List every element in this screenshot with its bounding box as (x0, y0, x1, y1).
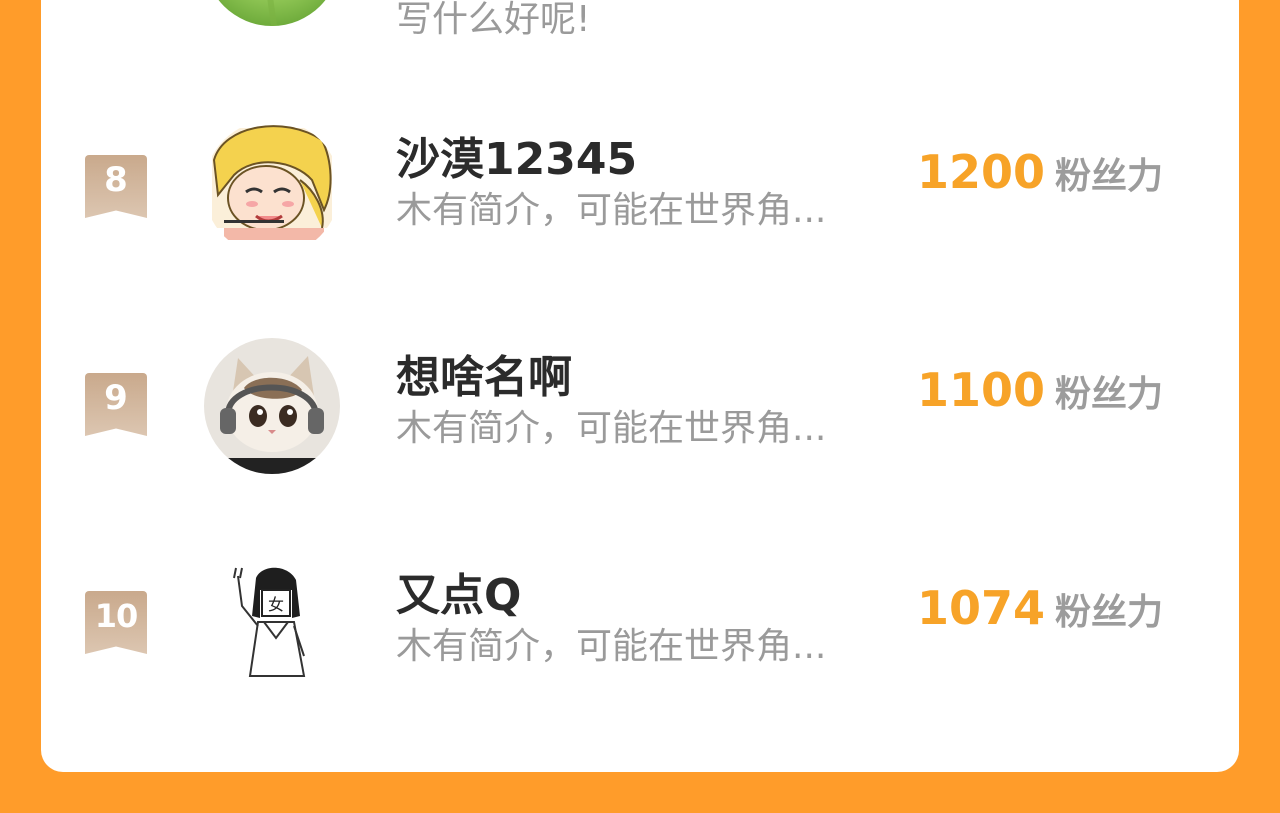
user-desc: 写什么好呢! (396, 0, 591, 40)
fans-score: 1200 粉丝力 (917, 145, 1163, 199)
green-plant-avatar-icon (204, 0, 340, 26)
avatar[interactable] (204, 120, 340, 256)
sketch-girl-avatar-icon: 女 (204, 556, 340, 692)
fans-number: 1100 (917, 363, 1046, 417)
fans-unit: 粉丝力 (1055, 374, 1164, 415)
user-desc: 木有简介，可能在世界角... (396, 190, 827, 231)
ranking-card: 写什么好呢! 8 沙漠12345 木有简介，可能在世界角... 1200 粉丝力… (41, 0, 1239, 772)
fans-number: 1200 (917, 145, 1046, 199)
fans-score: 1100 粉丝力 (917, 363, 1163, 417)
avatar[interactable] (204, 0, 340, 26)
avatar[interactable] (204, 338, 340, 474)
fans-score: 1074 粉丝力 (917, 581, 1163, 635)
fans-number: 1074 (917, 581, 1046, 635)
rank-badge: 8 (85, 155, 147, 218)
list-item[interactable]: 8 沙漠12345 木有简介，可能在世界角... 1200 粉丝力 (41, 120, 1239, 295)
cat-headphones-avatar-icon (204, 338, 340, 474)
avatar[interactable]: 女 (204, 556, 340, 692)
user-desc: 木有简介，可能在世界角... (396, 408, 827, 449)
rank-badge: 9 (85, 373, 147, 436)
user-desc: 木有简介，可能在世界角... (396, 626, 827, 667)
svg-text:女: 女 (268, 595, 284, 614)
user-name[interactable]: 又点Q (396, 559, 521, 623)
list-item[interactable]: 10 女 又点Q 木有简介，可能在世界角... 1074 粉丝力 (41, 556, 1239, 731)
user-name[interactable]: 想啥名啊 (396, 341, 572, 405)
anime-blonde-avatar-icon (204, 120, 340, 256)
fans-unit: 粉丝力 (1055, 592, 1164, 633)
fans-unit: 粉丝力 (1055, 156, 1164, 197)
user-name[interactable]: 沙漠12345 (396, 123, 637, 187)
rank-badge: 10 (85, 591, 147, 654)
list-item-partial[interactable]: 写什么好呢! (41, 0, 1239, 60)
list-item[interactable]: 9 想啥名啊 木有简介，可能在世界角... 1100 粉丝力 (41, 338, 1239, 513)
